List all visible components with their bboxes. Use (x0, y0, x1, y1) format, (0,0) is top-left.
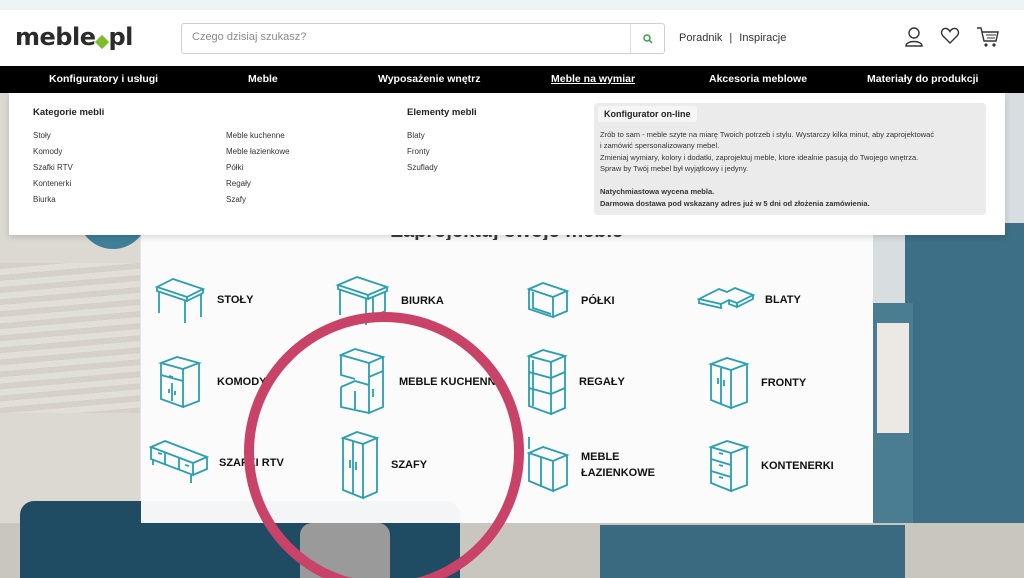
tile-label: BIURKA (401, 294, 444, 307)
menu-item-komody[interactable]: Komody (33, 147, 62, 156)
menu-item-polki[interactable]: Półki (226, 163, 243, 172)
tile-szafki-rtv[interactable]: SZAFKI RTV (149, 435, 284, 491)
link-separator: | (729, 32, 733, 44)
tile-fronty[interactable]: FRONTY (707, 354, 806, 412)
tile-polki[interactable]: PÓŁKI (525, 279, 615, 323)
search-box (181, 23, 665, 54)
tile-label: KONTENERKI (761, 459, 834, 472)
tile-regaly[interactable]: REGAŁY (525, 348, 625, 416)
search-button[interactable] (630, 24, 664, 53)
tile-label: STOŁY (217, 293, 254, 306)
wishlist-heart-icon[interactable] (940, 26, 960, 46)
nav-meble-na-wymiar[interactable]: Meble na wymiar (551, 73, 635, 85)
promo-line: Zmieniaj wymiary, kolory i dodatki, zapr… (600, 153, 919, 162)
promo-line: i zamówić spersonalizowany mebel. (600, 141, 720, 150)
nav-meble[interactable]: Meble (248, 73, 278, 85)
menu-item-fronty[interactable]: Fronty (407, 147, 430, 156)
tile-kontenerki[interactable]: KONTENERKI (707, 437, 834, 495)
shelf-icon (526, 282, 570, 319)
menu-item-blaty[interactable]: Blaty (407, 131, 425, 140)
search-icon (642, 33, 653, 44)
promo-bold-line: Natychmiastowa wycena mebla. (600, 187, 715, 196)
logo-text-end: pl (108, 23, 133, 51)
tv-stand-icon (149, 440, 209, 483)
tile-biurka[interactable]: BIURKA (335, 273, 444, 329)
menu-item-kontenerki[interactable]: Kontenerki (33, 179, 71, 188)
tile-label-line2: ŁAZIENKOWE (581, 467, 655, 479)
elements-heading: Elementy mebli (407, 107, 477, 118)
tile-label: SZAFY (391, 458, 428, 471)
tile-label: MEBLE KUCHENNE (399, 375, 503, 388)
logo-text-start: meble (15, 23, 96, 51)
cabinet-front-icon (708, 357, 750, 410)
cart-icon[interactable] (976, 26, 1000, 48)
search-input[interactable] (192, 31, 622, 43)
menu-item-meble-lazienkowe[interactable]: Meble łazienkowe (226, 147, 290, 156)
drawer-unit-icon (708, 440, 750, 493)
mega-menu-dropdown: Kategorie mebli Stoły Komody Szafki RTV … (9, 93, 1005, 235)
tile-label: FRONTY (761, 376, 807, 389)
table-icon (154, 278, 206, 323)
tile-label: BLATY (765, 293, 801, 306)
promo-title: Konfigurator on-line (598, 106, 697, 122)
link-inspiracje[interactable]: Inspiracje (739, 32, 786, 44)
menu-item-stoly[interactable]: Stoły (33, 131, 51, 140)
wardrobe-icon (340, 431, 380, 500)
menu-item-meble-kuchenne[interactable]: Meble kuchenne (226, 131, 285, 140)
bathroom-cabinet-icon (526, 437, 570, 493)
promo-line: Spraw by Twój mebel był wyjątkowy i jedy… (600, 164, 749, 173)
tile-meble-lazienkowe[interactable]: MEBLE ŁAZIENKOWE (525, 435, 655, 495)
tile-szafy[interactable]: SZAFY (339, 430, 427, 500)
countertop-icon (697, 287, 755, 310)
dresser-icon (158, 356, 202, 409)
link-poradnik[interactable]: Poradnik (679, 32, 722, 44)
menu-item-biurka[interactable]: Biurka (33, 195, 56, 204)
configurator-promo-box[interactable]: Konfigurator on-line Zrób to sam - meble… (594, 103, 986, 215)
desk-icon (335, 276, 390, 325)
nav-konfiguratory[interactable]: Konfiguratory i usługi (49, 73, 158, 85)
tile-label: PÓŁKI (581, 294, 615, 307)
bookcase-icon (526, 349, 568, 416)
furniture-configurator-panel: Zaprojektuj swoje meble STOŁY BIURKA PÓŁ… (141, 220, 873, 523)
menu-item-szafki-rtv[interactable]: Szafki RTV (33, 163, 73, 172)
menu-item-szafy[interactable]: Szafy (226, 195, 246, 204)
main-navigation: Konfiguratory i usługi Meble Wyposażenie… (0, 66, 1024, 93)
kitchen-cabinet-icon (338, 348, 386, 415)
nav-akcesoria[interactable]: Akcesoria meblowe (709, 73, 807, 85)
tile-meble-kuchenne[interactable]: MEBLE KUCHENNE (337, 347, 503, 417)
tile-label-multiline: MEBLE ŁAZIENKOWE (581, 449, 655, 482)
menu-item-szuflady[interactable]: Szuflady (407, 163, 438, 172)
tile-label: KOMODY (217, 375, 267, 388)
site-header: meblepl Poradnik | Inspiracje (0, 10, 1024, 66)
promo-line: Zrób to sam - meble szyte na miarę Twoic… (600, 130, 935, 139)
tile-blaty[interactable]: BLATY (697, 281, 801, 319)
top-links: Poradnik | Inspiracje (679, 32, 786, 44)
promo-bold-line: Darmowa dostawa pod wskazany adres już w… (600, 199, 870, 208)
tile-label: SZAFKI RTV (219, 456, 284, 469)
nav-materialy[interactable]: Materiały do produkcji (867, 73, 978, 85)
tile-stoly[interactable]: STOŁY (153, 273, 253, 327)
tile-label-line1: MEBLE (581, 450, 620, 463)
site-logo[interactable]: meble pl (15, 23, 133, 51)
nav-wyposazenie[interactable]: Wyposażenie wnętrz (378, 73, 481, 85)
account-icon[interactable] (904, 26, 924, 48)
menu-item-regaly[interactable]: Regały (226, 179, 251, 188)
categories-heading: Kategorie mebli (33, 107, 105, 118)
top-strip (0, 0, 1024, 10)
tile-komody[interactable]: KOMODY (155, 353, 267, 411)
tile-label: REGAŁY (579, 375, 625, 388)
